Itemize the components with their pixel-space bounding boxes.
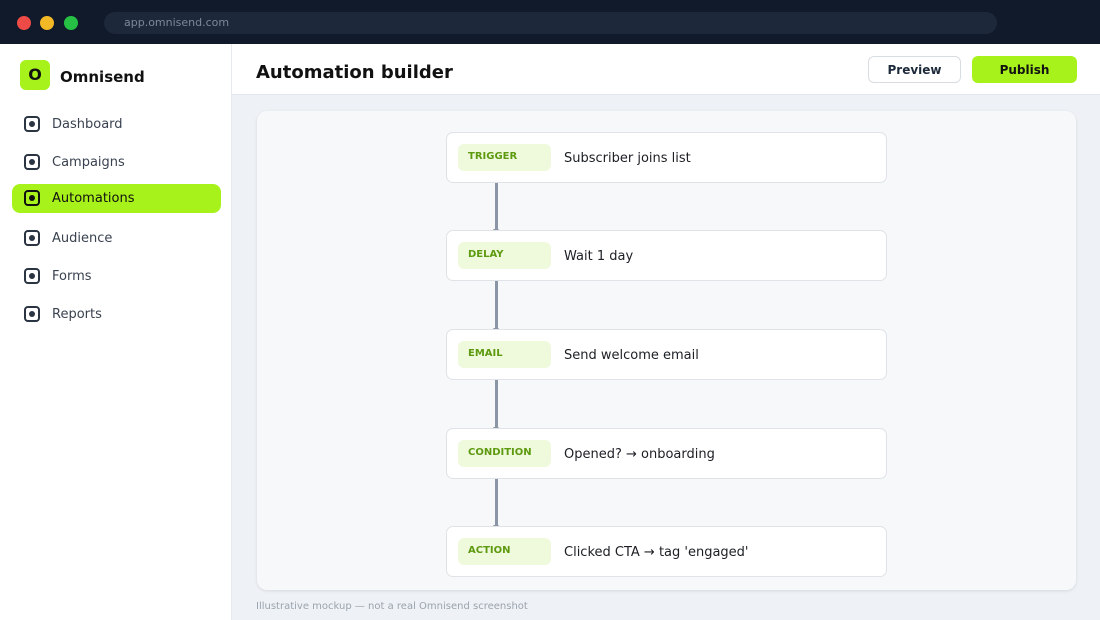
node-description: Wait 1 day	[564, 249, 634, 264]
nav-square-icon	[24, 306, 40, 322]
flow-connector-arrow-icon	[493, 379, 499, 431]
sidebar-item-label: Audience	[52, 231, 113, 246]
sidebar-item-label: Forms	[52, 269, 92, 284]
sidebar-item-dashboard[interactable]: Dashboard	[12, 110, 221, 139]
flow-node-action[interactable]: ACTION Clicked CTA → tag 'engaged'	[446, 526, 887, 577]
sidebar-item-forms[interactable]: Forms	[12, 262, 221, 291]
flow-connector-arrow-icon	[493, 182, 499, 233]
omnisend-logo-icon: O	[20, 60, 50, 90]
node-type-badge: CONDITION	[458, 440, 551, 467]
node-type-badge: DELAY	[458, 242, 551, 269]
mockup-footnote: Illustrative mockup — not a real Omnisen…	[256, 601, 528, 612]
sidebar-item-campaigns[interactable]: Campaigns	[12, 148, 221, 177]
nav-square-icon	[24, 268, 40, 284]
sidebar-item-label: Campaigns	[52, 155, 125, 170]
nav-square-icon	[24, 230, 40, 246]
brand-name: Omnisend	[60, 68, 145, 86]
flow-connector-arrow-icon	[493, 280, 499, 332]
node-description: Subscriber joins list	[564, 151, 691, 166]
browser-chrome: app.omnisend.com	[0, 0, 1100, 44]
preview-button[interactable]: Preview	[868, 56, 961, 83]
flow-canvas[interactable]: TRIGGER Subscriber joins list DELAY Wait…	[257, 111, 1076, 590]
address-bar[interactable]: app.omnisend.com	[104, 12, 997, 34]
publish-button[interactable]: Publish	[972, 56, 1077, 83]
nav-square-icon	[24, 190, 40, 206]
maximize-window-dot-icon[interactable]	[64, 16, 78, 30]
nav-square-icon	[24, 154, 40, 170]
flow-node-email[interactable]: EMAIL Send welcome email	[446, 329, 887, 380]
flow-node-trigger[interactable]: TRIGGER Subscriber joins list	[446, 132, 887, 183]
sidebar-item-reports[interactable]: Reports	[12, 300, 221, 329]
close-window-dot-icon[interactable]	[17, 16, 31, 30]
sidebar-item-audience[interactable]: Audience	[12, 224, 221, 253]
page-title: Automation builder	[256, 62, 453, 83]
node-type-badge: TRIGGER	[458, 144, 551, 171]
node-description: Clicked CTA → tag 'engaged'	[564, 545, 749, 560]
sidebar-item-label: Reports	[52, 307, 102, 322]
flow-node-delay[interactable]: DELAY Wait 1 day	[446, 230, 887, 281]
sidebar: O Omnisend Dashboard Campaigns Automatio…	[0, 44, 232, 620]
sidebar-item-label: Dashboard	[52, 117, 123, 132]
sidebar-item-automations[interactable]: Automations	[12, 184, 221, 213]
flow-connector-arrow-icon	[493, 478, 499, 529]
minimize-window-dot-icon[interactable]	[40, 16, 54, 30]
flow-node-condition[interactable]: CONDITION Opened? → onboarding	[446, 428, 887, 479]
nav-square-icon	[24, 116, 40, 132]
page-header: Automation builder Preview Publish	[232, 44, 1100, 95]
node-type-badge: ACTION	[458, 538, 551, 565]
node-type-badge: EMAIL	[458, 341, 551, 368]
sidebar-item-label: Automations	[52, 191, 135, 206]
node-description: Send welcome email	[564, 348, 699, 363]
main-area: TRIGGER Subscriber joins list DELAY Wait…	[232, 95, 1100, 620]
node-description: Opened? → onboarding	[564, 447, 715, 462]
